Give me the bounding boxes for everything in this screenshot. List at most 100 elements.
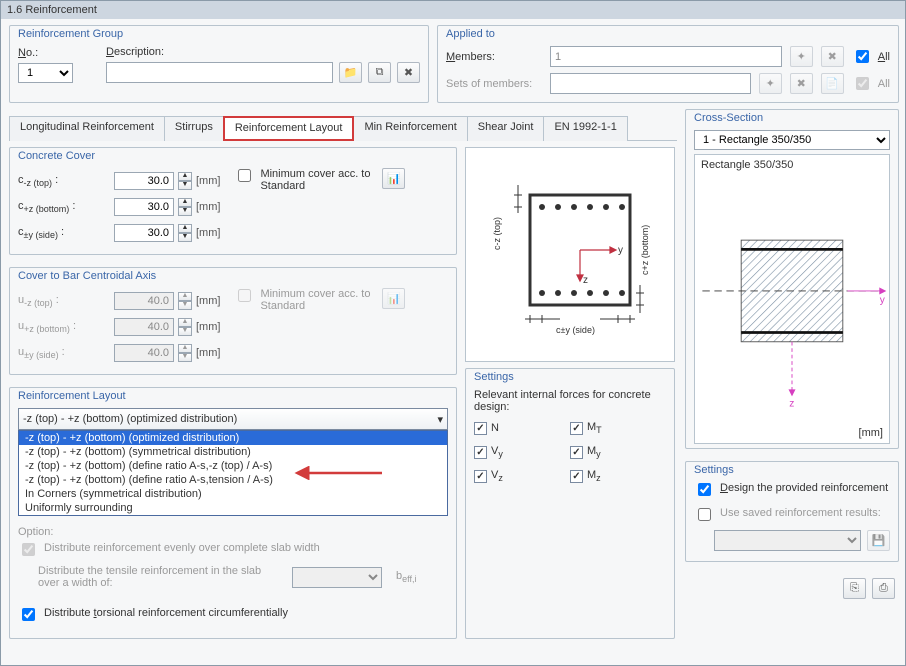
uy-side-unit: [mm] — [196, 347, 220, 359]
uy-side-input — [114, 344, 174, 362]
tab-reinforcement-layout[interactable]: Reinforcement Layout — [223, 116, 355, 141]
copy-icon[interactable]: ⧉ — [368, 62, 391, 83]
opt-tensile-width-label: Distribute the tensile reinforcement in … — [38, 565, 278, 589]
force-vz-check[interactable] — [474, 470, 487, 483]
option-header: Option: — [18, 526, 448, 538]
cz-bot-input[interactable] — [114, 198, 174, 216]
all-sets-check: All — [852, 74, 890, 93]
cz-bot-label: c+z (bottom) : — [18, 200, 106, 214]
delete-icon[interactable]: ✖ — [397, 62, 420, 83]
layout-option-3[interactable]: -z (top) - +z (bottom) (define ratio A-s… — [19, 473, 447, 487]
uz-top-spin: ▲▼ — [178, 292, 192, 310]
cz-top-spin[interactable]: ▲▼ — [178, 172, 192, 190]
tab-shear-joint[interactable]: Shear Joint — [467, 116, 545, 141]
concrete-cover-legend: Concrete Cover — [18, 150, 448, 162]
layout-option-1[interactable]: -z (top) - +z (bottom) (symmetrical dist… — [19, 445, 447, 459]
cover-axis-box: Cover to Bar Centroidal Axis u-z (top) :… — [9, 267, 457, 375]
no-select[interactable]: 1 — [18, 63, 73, 83]
axis-standard-icon: 📊 — [382, 288, 405, 309]
cz-top-label: c-z (top) : — [18, 174, 106, 188]
tab-longitudinal[interactable]: Longitudinal Reinforcement — [9, 116, 165, 141]
folder-icon[interactable]: 📁 — [339, 62, 362, 83]
concrete-standard-icon[interactable]: 📊 — [382, 168, 405, 189]
layout-select[interactable]: -z (top) - +z (bottom) (optimized distri… — [18, 408, 448, 430]
uz-top-unit: [mm] — [196, 295, 220, 307]
footer-button-1[interactable]: ⎘ — [843, 578, 866, 599]
svg-text:z: z — [583, 275, 588, 286]
layout-option-4[interactable]: In Corners (symmetrical distribution) — [19, 487, 447, 501]
svg-text:c-z (top): c-z (top) — [492, 216, 502, 249]
force-my-check[interactable] — [570, 446, 583, 459]
svg-text:c±y (side): c±y (side) — [556, 325, 595, 335]
layout-options-list[interactable]: -z (top) - +z (bottom) (optimized distri… — [18, 430, 448, 516]
description-label: Description: — [106, 46, 420, 58]
applied-to-legend: Applied to — [446, 28, 890, 40]
cz-top-unit: [mm] — [196, 175, 220, 187]
cy-side-label: c±y (side) : — [18, 226, 106, 240]
tab-min-reinforcement[interactable]: Min Reinforcement — [353, 116, 467, 141]
layout-option-5[interactable]: Uniformly surrounding — [19, 501, 447, 515]
force-my-label: My — [587, 445, 601, 459]
settings-forces-legend: Settings — [474, 371, 666, 383]
uz-top-label: u-z (top) : — [18, 294, 106, 308]
no-label: No.: — [18, 47, 78, 59]
pick-members-icon[interactable]: ✦ — [790, 46, 813, 67]
use-saved-check[interactable]: Use saved reinforcement results: — [694, 507, 890, 524]
opt-torsional-circumferential[interactable]: Distribute torsional reinforcement circu… — [18, 607, 448, 624]
tab-bar: Longitudinal Reinforcement Stirrups Rein… — [9, 115, 677, 141]
applied-to-box: Applied to Members: ✦ ✖ All Sets of memb… — [437, 25, 899, 103]
cross-section-select[interactable]: 1 - Rectangle 350/350 — [694, 130, 890, 150]
svg-text:z: z — [789, 398, 794, 409]
opt-tensile-width-select — [292, 567, 382, 588]
cover-axis-legend: Cover to Bar Centroidal Axis — [18, 270, 448, 282]
layout-option-0[interactable]: -z (top) - +z (bottom) (optimized distri… — [19, 431, 447, 445]
concrete-min-cover-check[interactable]: Minimum cover acc. to Standard — [234, 168, 374, 246]
concrete-cover-box: Concrete Cover c-z (top) : ▲▼ [mm] — [9, 147, 457, 255]
cross-section-name: Rectangle 350/350 — [695, 155, 889, 175]
cover-diagram: y z c-z (top) c+z (bottom) c±y (side) — [465, 147, 675, 362]
cross-section-box: Cross-Section 1 - Rectangle 350/350 Rect… — [685, 109, 899, 449]
force-mz-label: Mz — [587, 469, 601, 483]
force-mt-label: MT — [587, 421, 602, 435]
uz-bot-input — [114, 318, 174, 336]
force-mz-check[interactable] — [570, 470, 583, 483]
cross-section-legend: Cross-Section — [694, 112, 890, 124]
pick-sets-icon: ✦ — [759, 73, 782, 94]
cz-bot-spin[interactable]: ▲▼ — [178, 198, 192, 216]
opt-tensile-width-unit: beff,i — [396, 570, 416, 584]
axis-min-cover-check: Minimum cover acc. to Standard — [234, 288, 374, 366]
cross-section-diagram: Rectangle 350/350 — [694, 154, 890, 444]
tab-stirrups[interactable]: Stirrups — [164, 116, 224, 141]
clear-members-icon[interactable]: ✖ — [821, 46, 844, 67]
cy-side-spin[interactable]: ▲▼ — [178, 224, 192, 242]
force-n-check[interactable] — [474, 422, 487, 435]
opt-distribute-evenly: Distribute reinforcement evenly over com… — [18, 542, 448, 559]
cy-side-input[interactable] — [114, 224, 174, 242]
force-vy-check[interactable] — [474, 446, 487, 459]
members-input[interactable] — [550, 46, 782, 67]
force-mt-check[interactable] — [570, 422, 583, 435]
saved-results-select — [714, 530, 861, 551]
uz-top-input — [114, 292, 174, 310]
description-input[interactable] — [106, 62, 333, 83]
force-n-label: N — [491, 422, 499, 434]
sets-label: Sets of members: — [446, 78, 542, 90]
layout-option-2[interactable]: -z (top) - +z (bottom) (define ratio A-s… — [19, 459, 447, 473]
cz-top-input[interactable] — [114, 172, 174, 190]
cross-section-unit: [mm] — [859, 427, 883, 439]
svg-text:c+z (bottom): c+z (bottom) — [640, 224, 650, 274]
uz-bot-unit: [mm] — [196, 321, 220, 333]
uz-bot-label: u+z (bottom) : — [18, 320, 106, 334]
reinforcement-group-box: Reinforcement Group No.: 1 Description: … — [9, 25, 429, 103]
footer-button-2[interactable]: ⎙ — [872, 578, 895, 599]
settings-design-legend: Settings — [694, 464, 890, 476]
all-members-check[interactable]: All — [852, 47, 890, 66]
force-vz-label: Vz — [491, 469, 503, 483]
layout-box: Reinforcement Layout -z (top) - +z (bott… — [9, 387, 457, 639]
design-provided-check[interactable]: Design the provided reinforcement — [694, 482, 890, 499]
uz-bot-spin: ▲▼ — [178, 318, 192, 336]
tab-en1992[interactable]: EN 1992-1-1 — [543, 116, 627, 141]
reinforcement-group-legend: Reinforcement Group — [18, 28, 420, 40]
members-label: Members: — [446, 51, 542, 63]
force-vy-label: Vy — [491, 445, 503, 459]
